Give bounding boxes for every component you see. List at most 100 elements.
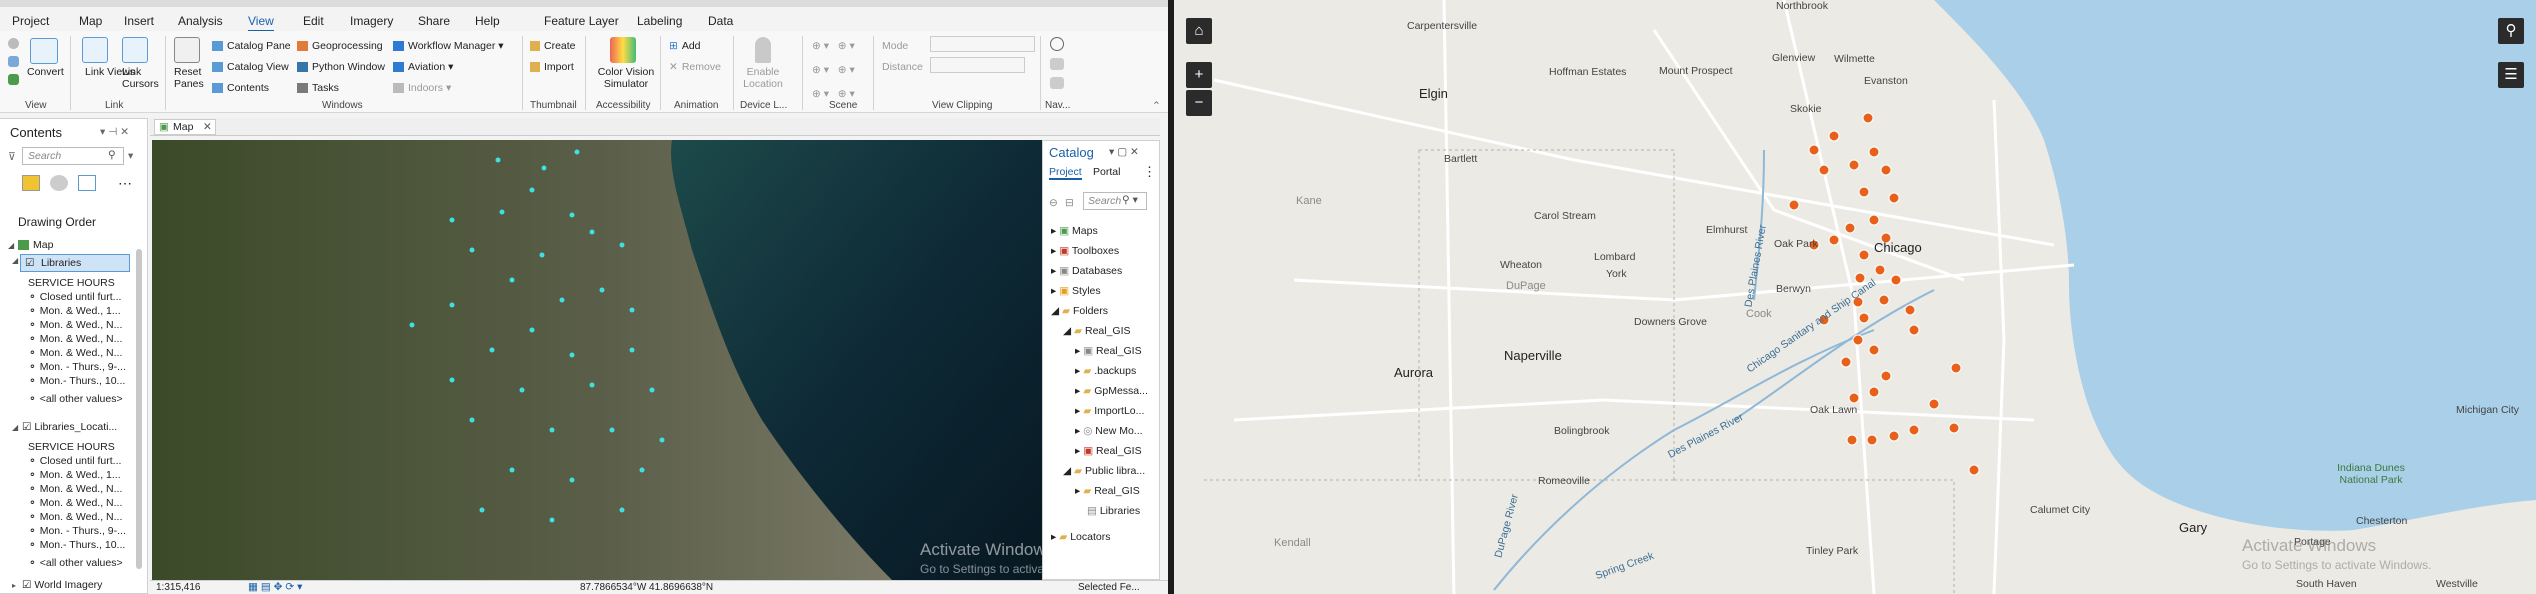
catalog-menu-icon[interactable]: ⋮	[1143, 164, 1156, 180]
catalog-item-real-gis[interactable]: ◢ ▰ Real_GIS	[1063, 325, 1131, 337]
list-by-source-icon[interactable]	[50, 175, 68, 191]
library-marker[interactable]	[1888, 192, 1900, 204]
reset-panes-button[interactable]: Reset Panes	[174, 66, 204, 90]
catalog-item-styles[interactable]: ▸ ▣ Styles	[1051, 285, 1101, 297]
small-icon[interactable]	[8, 56, 19, 67]
tab-labeling[interactable]: Labeling	[637, 14, 682, 28]
library-point[interactable]	[629, 347, 635, 353]
library-point[interactable]	[574, 149, 580, 155]
zoom-in-button[interactable]: +	[1186, 62, 1212, 88]
map-view-tab[interactable]: ▣ Map ✕	[154, 119, 216, 135]
catalog-pane-controls[interactable]: ▾ ▢ ✕	[1109, 146, 1139, 158]
collapse-icon[interactable]: ◢	[12, 256, 18, 265]
library-marker[interactable]	[1818, 164, 1830, 176]
catalog-item-maps[interactable]: ▸ ▣ Maps	[1051, 225, 1098, 237]
home-button[interactable]: ⌂	[1186, 18, 1212, 44]
library-marker[interactable]	[1868, 146, 1880, 158]
tab-map[interactable]: Map	[79, 14, 102, 28]
library-marker[interactable]	[1848, 159, 1860, 171]
library-marker[interactable]	[1848, 392, 1860, 404]
import-thumbnail-button[interactable]: Import	[530, 61, 574, 73]
library-point[interactable]	[495, 157, 501, 163]
library-marker[interactable]	[1846, 434, 1858, 446]
library-point[interactable]	[649, 387, 655, 393]
convert-icon[interactable]	[30, 38, 58, 64]
library-point[interactable]	[519, 387, 525, 393]
library-marker[interactable]	[1868, 344, 1880, 356]
library-point[interactable]	[449, 217, 455, 223]
layer-checkbox-checked[interactable]: ☑	[25, 257, 34, 269]
catalog-item-real-gis-tbx[interactable]: ▸ ▣ Real_GIS	[1075, 445, 1142, 457]
search-button[interactable]: ⚲	[2498, 18, 2524, 44]
library-point[interactable]	[589, 229, 595, 235]
aviation-button[interactable]: Aviation ▾	[393, 61, 453, 73]
tab-edit[interactable]: Edit	[303, 14, 324, 28]
python-window-button[interactable]: Python Window	[297, 61, 385, 73]
back-icon[interactable]: ⊖	[1049, 197, 1058, 209]
library-marker[interactable]	[1890, 274, 1902, 286]
nav-icon[interactable]	[1050, 77, 1064, 89]
indoors-button[interactable]: Indoors ▾	[393, 82, 451, 94]
library-marker[interactable]	[1880, 370, 1892, 382]
library-marker[interactable]	[1868, 214, 1880, 226]
layer-libraries[interactable]: ☑ Libraries	[20, 254, 130, 272]
status-toolbar-icons[interactable]: ▦ ▤ ✥ ⟳ ▾	[248, 581, 302, 593]
contents-scrollbar[interactable]	[136, 249, 142, 569]
library-marker[interactable]	[1880, 164, 1892, 176]
zoom-out-button[interactable]: −	[1186, 90, 1212, 116]
library-marker[interactable]	[1788, 199, 1800, 211]
link-cursors-icon[interactable]	[122, 37, 148, 63]
tab-project[interactable]: Project	[12, 14, 49, 28]
selected-features[interactable]: Selected Fe...	[1078, 582, 1140, 593]
library-point[interactable]	[539, 252, 545, 258]
link-cursors-button[interactable]: Link Cursors	[122, 66, 159, 90]
catalog-item-public-libraries[interactable]: ◢ ▰ Public libra...	[1063, 465, 1145, 477]
library-marker[interactable]	[1908, 424, 1920, 436]
tab-view[interactable]: View	[248, 14, 274, 32]
catalog-item-backups[interactable]: ▸ ▰ .backups	[1075, 365, 1136, 377]
mode-dropdown[interactable]	[930, 36, 1035, 52]
library-point[interactable]	[599, 287, 605, 293]
library-point[interactable]	[559, 297, 565, 303]
catalog-item-importlog[interactable]: ▸ ▰ ImportLo...	[1075, 405, 1144, 417]
more-options-icon[interactable]: ⋯	[118, 175, 132, 192]
library-marker[interactable]	[1888, 430, 1900, 442]
library-point[interactable]	[469, 417, 475, 423]
geoprocessing-button[interactable]: Geoprocessing	[297, 40, 383, 52]
remove-animation-button[interactable]: ✕ Remove	[669, 61, 721, 73]
location-pin-icon[interactable]	[755, 37, 771, 63]
library-marker[interactable]	[1858, 249, 1870, 261]
catalog-view-button[interactable]: Catalog View	[212, 61, 289, 73]
library-point[interactable]	[449, 377, 455, 383]
library-point[interactable]	[529, 327, 535, 333]
library-point[interactable]	[479, 507, 485, 513]
convert-button[interactable]: Convert	[27, 66, 64, 78]
navigator-icon[interactable]	[1050, 37, 1064, 51]
library-point[interactable]	[541, 165, 547, 171]
web-map[interactable]: ⌂ + − ⚲ ☰ Northbrook Carpentersville Gle…	[1174, 0, 2536, 594]
library-marker[interactable]	[1858, 312, 1870, 324]
tab-share[interactable]: Share	[418, 14, 450, 28]
catalog-pane-button[interactable]: Catalog Pane	[212, 40, 291, 52]
library-point[interactable]	[549, 517, 555, 523]
tab-help[interactable]: Help	[475, 14, 500, 28]
color-vision-button[interactable]: Color Vision Simulator	[594, 66, 658, 90]
library-marker[interactable]	[1904, 304, 1916, 316]
library-point[interactable]	[569, 477, 575, 483]
small-icon[interactable]	[8, 74, 19, 85]
library-point[interactable]	[659, 437, 665, 443]
home-icon[interactable]: ⊟	[1065, 197, 1074, 209]
tasks-button[interactable]: Tasks	[297, 82, 339, 94]
library-point[interactable]	[589, 382, 595, 388]
layer-libraries-locations[interactable]: ◢ ☑ Libraries_Locati...	[12, 421, 117, 433]
catalog-item-new-model[interactable]: ▸ ◎ New Mo...	[1075, 425, 1143, 437]
library-marker[interactable]	[1852, 334, 1864, 346]
small-icon[interactable]	[8, 38, 19, 49]
library-point[interactable]	[619, 507, 625, 513]
link-views-button[interactable]: Link Views	[85, 66, 135, 78]
list-by-selection-icon[interactable]	[78, 175, 96, 191]
library-point[interactable]	[639, 467, 645, 473]
library-point[interactable]	[609, 427, 615, 433]
pane-options-icons[interactable]: ▾ ⊣ ✕	[100, 126, 129, 138]
catalog-item-real-gis-2[interactable]: ▸ ▰ Real_GIS	[1075, 485, 1140, 497]
